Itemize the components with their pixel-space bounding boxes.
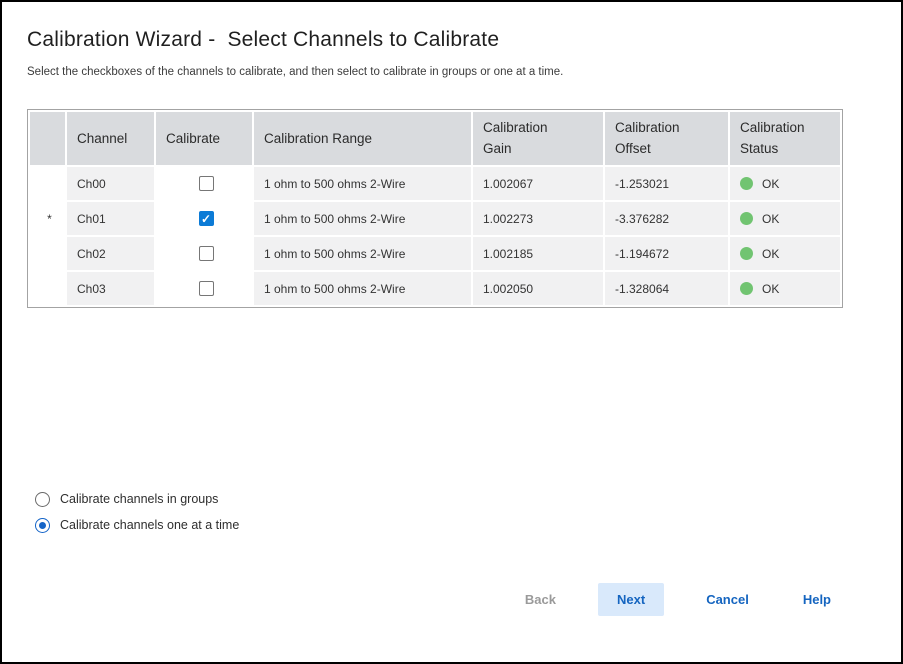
calibrate-checkbox[interactable] bbox=[199, 281, 214, 296]
channel-cell: Ch00 bbox=[67, 167, 154, 200]
calibrate-checkbox[interactable] bbox=[199, 246, 214, 261]
status-ok-icon bbox=[740, 282, 753, 295]
gain-cell: 1.002050 bbox=[473, 272, 603, 305]
gain-cell: 1.002185 bbox=[473, 237, 603, 270]
channel-cell: Ch03 bbox=[67, 272, 154, 305]
calibrate-checkbox[interactable] bbox=[199, 211, 214, 226]
channels-table: Channel Calibrate Calibration Range Cali… bbox=[27, 109, 843, 308]
calibration-mode-option[interactable]: Calibrate channels one at a time bbox=[35, 512, 901, 538]
col-header-range: Calibration Range bbox=[254, 112, 471, 165]
next-button[interactable]: Next bbox=[598, 583, 664, 616]
channel-cell: Ch01 bbox=[67, 202, 154, 235]
offset-cell: -1.328064 bbox=[605, 272, 728, 305]
radio-label: Calibrate channels one at a time bbox=[60, 518, 239, 532]
channel-cell: Ch02 bbox=[67, 237, 154, 270]
page-subtitle: Select the checkboxes of the channels to… bbox=[27, 66, 901, 78]
back-button[interactable]: Back bbox=[513, 583, 568, 616]
calibrate-cell bbox=[156, 202, 252, 235]
calibration-mode-radios: Calibrate channels in groups Calibrate ch… bbox=[35, 486, 901, 538]
range-cell: 1 ohm to 500 ohms 2-Wire bbox=[254, 167, 471, 200]
calibration-mode-option[interactable]: Calibrate channels in groups bbox=[35, 486, 901, 512]
status-cell: OK bbox=[730, 202, 840, 235]
help-button[interactable]: Help bbox=[791, 583, 843, 616]
range-cell: 1 ohm to 500 ohms 2-Wire bbox=[254, 202, 471, 235]
range-cell: 1 ohm to 500 ohms 2-Wire bbox=[254, 237, 471, 270]
calibrate-cell bbox=[156, 272, 252, 305]
radio-button[interactable] bbox=[35, 492, 50, 507]
status-ok-icon bbox=[740, 177, 753, 190]
table-row[interactable]: Ch00 1 ohm to 500 ohms 2-Wire1.002067-1.2… bbox=[30, 167, 840, 200]
calibrate-checkbox[interactable] bbox=[199, 176, 214, 191]
gain-cell: 1.002067 bbox=[473, 167, 603, 200]
gain-cell: 1.002273 bbox=[473, 202, 603, 235]
col-header-selector bbox=[30, 112, 65, 165]
page-title: Calibration Wizard - Select Channels to … bbox=[27, 28, 901, 52]
status-cell: OK bbox=[730, 272, 840, 305]
col-header-calibrate: Calibrate bbox=[156, 112, 252, 165]
offset-cell: -1.194672 bbox=[605, 237, 728, 270]
col-header-status: Calibration Status bbox=[730, 112, 840, 165]
table-header-row: Channel Calibrate Calibration Range Cali… bbox=[30, 112, 840, 165]
radio-label: Calibrate channels in groups bbox=[60, 492, 218, 506]
calibrate-cell bbox=[156, 167, 252, 200]
table-row[interactable]: *Ch01 1 ohm to 500 ohms 2-Wire1.002273-3.… bbox=[30, 202, 840, 235]
col-header-channel: Channel bbox=[67, 112, 154, 165]
table-row[interactable]: Ch02 1 ohm to 500 ohms 2-Wire1.002185-1.1… bbox=[30, 237, 840, 270]
row-selector-cell: * bbox=[30, 202, 65, 235]
table-row[interactable]: Ch03 1 ohm to 500 ohms 2-Wire1.002050-1.3… bbox=[30, 272, 840, 305]
row-selector-cell bbox=[30, 272, 65, 305]
status-ok-icon bbox=[740, 247, 753, 260]
status-ok-icon bbox=[740, 212, 753, 225]
offset-cell: -1.253021 bbox=[605, 167, 728, 200]
offset-cell: -3.376282 bbox=[605, 202, 728, 235]
col-header-gain: Calibration Gain bbox=[473, 112, 603, 165]
calibrate-cell bbox=[156, 237, 252, 270]
calibration-wizard-dialog: Calibration Wizard - Select Channels to … bbox=[2, 2, 901, 616]
cancel-button[interactable]: Cancel bbox=[694, 583, 761, 616]
row-selector-cell bbox=[30, 237, 65, 270]
status-cell: OK bbox=[730, 237, 840, 270]
wizard-footer: Back Next Cancel Help bbox=[27, 583, 901, 616]
status-cell: OK bbox=[730, 167, 840, 200]
col-header-offset: Calibration Offset bbox=[605, 112, 728, 165]
row-selector-cell bbox=[30, 167, 65, 200]
range-cell: 1 ohm to 500 ohms 2-Wire bbox=[254, 272, 471, 305]
radio-button[interactable] bbox=[35, 518, 50, 533]
